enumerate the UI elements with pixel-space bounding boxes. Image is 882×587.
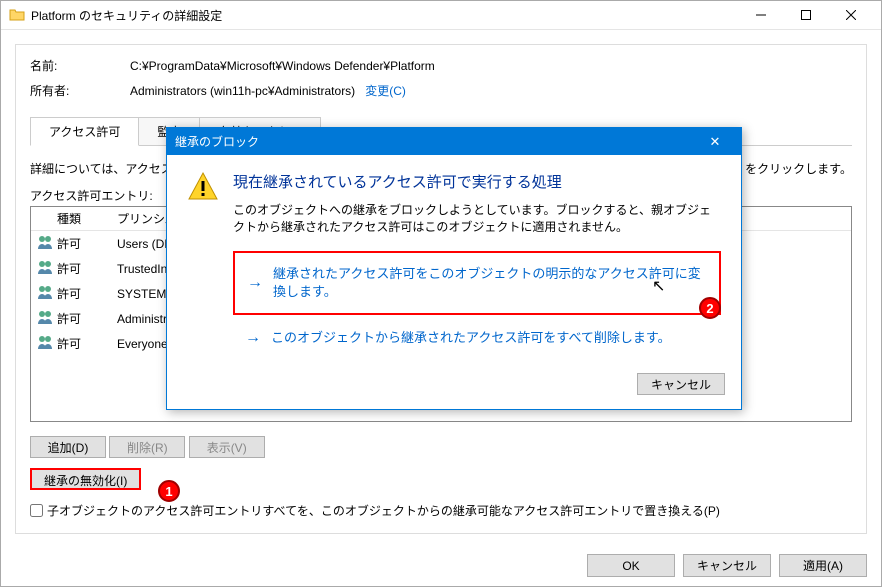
dialog-titlebar: 継承のブロック ✕ [167,128,741,155]
cell-type: 許可 [51,307,111,330]
folder-icon [9,7,25,23]
owner-row: 所有者: Administrators (win11h-pc¥Administr… [30,82,852,99]
replace-checkbox-row: 子オブジェクトのアクセス許可エントリすべてを、このオブジェクトからの継承可能なア… [30,502,852,519]
col-icon [31,207,51,230]
dialog-cancel-button[interactable]: キャンセル [637,373,725,395]
dialog-desc: このオブジェクトへの継承をブロックしようとしています。ブロックすると、親オブジェ… [233,202,721,237]
cancel-button[interactable]: キャンセル [683,554,771,577]
remove-button[interactable]: 削除(R) [109,436,185,458]
ok-button[interactable]: OK [587,554,675,577]
view-button[interactable]: 表示(V) [189,436,265,458]
dialog-footer: キャンセル [167,373,741,409]
arrow-icon: → [247,274,263,292]
cell-type: 許可 [51,332,111,355]
window-title: Platform のセキュリティの詳細設定 [31,7,738,24]
dialog-content: 現在継承されているアクセス許可で実行する処理 このオブジェクトへの継承をブロック… [233,171,721,361]
owner-label: 所有者: [30,82,130,99]
titlebar: Platform のセキュリティの詳細設定 [1,1,881,30]
annotation-1: 1 [158,480,180,502]
dialog-heading: 現在継承されているアクセス許可で実行する処理 [233,171,721,192]
minimize-button[interactable] [738,1,783,29]
cell-type: 許可 [51,282,111,305]
dialog-close-button[interactable]: ✕ [697,134,733,150]
name-label: 名前: [30,57,130,74]
cell-type: 許可 [51,257,111,280]
warning-icon [187,171,219,203]
replace-checkbox-label[interactable]: 子オブジェクトのアクセス許可エントリすべてを、このオブジェクトからの継承可能なア… [47,502,720,519]
col-type[interactable]: 種類 [51,207,111,230]
annotation-2: 2 [699,297,721,319]
window-controls [738,1,873,29]
apply-button[interactable]: 適用(A) [779,554,867,577]
tab-permissions[interactable]: アクセス許可 [30,117,139,146]
dialog-main: 現在継承されているアクセス許可で実行する処理 このオブジェクトへの継承をブロック… [187,171,721,361]
close-button[interactable] [828,1,873,29]
change-owner-link[interactable]: 変更(C) [365,84,406,98]
cell-type: 許可 [51,232,111,255]
block-inheritance-dialog: 継承のブロック ✕ 現在継承されているアクセス許可で実行する処理 このオブジェク… [166,127,742,410]
add-button[interactable]: 追加(D) [30,436,106,458]
option1-text: 継承されたアクセス許可をこのオブジェクトの明示的なアクセス許可に変換します。 [273,265,707,301]
convert-permissions-option[interactable]: → 継承されたアクセス許可をこのオブジェクトの明示的なアクセス許可に変換します。… [233,251,721,315]
dialog-body: 現在継承されているアクセス許可で実行する処理 このオブジェクトへの継承をブロック… [167,155,741,373]
bottom-buttons: OK キャンセル 適用(A) [1,544,881,587]
name-value: C:¥ProgramData¥Microsoft¥Windows Defende… [130,59,852,73]
name-row: 名前: C:¥ProgramData¥Microsoft¥Windows Def… [30,57,852,74]
dialog-title: 継承のブロック [175,133,697,150]
remove-permissions-option[interactable]: → このオブジェクトから継承されたアクセス許可をすべて削除します。 [233,323,721,353]
button-row-2: 継承の無効化(I) 1 [30,468,141,490]
replace-checkbox[interactable] [30,504,43,517]
owner-value: Administrators (win11h-pc¥Administrators… [130,82,852,99]
option2-text: このオブジェクトから継承されたアクセス許可をすべて削除します。 [271,329,671,347]
maximize-button[interactable] [783,1,828,29]
arrow-icon: → [245,329,261,347]
button-row-1: 追加(D) 削除(R) 表示(V) [30,436,852,458]
disable-inheritance-button[interactable]: 継承の無効化(I) [30,468,141,490]
